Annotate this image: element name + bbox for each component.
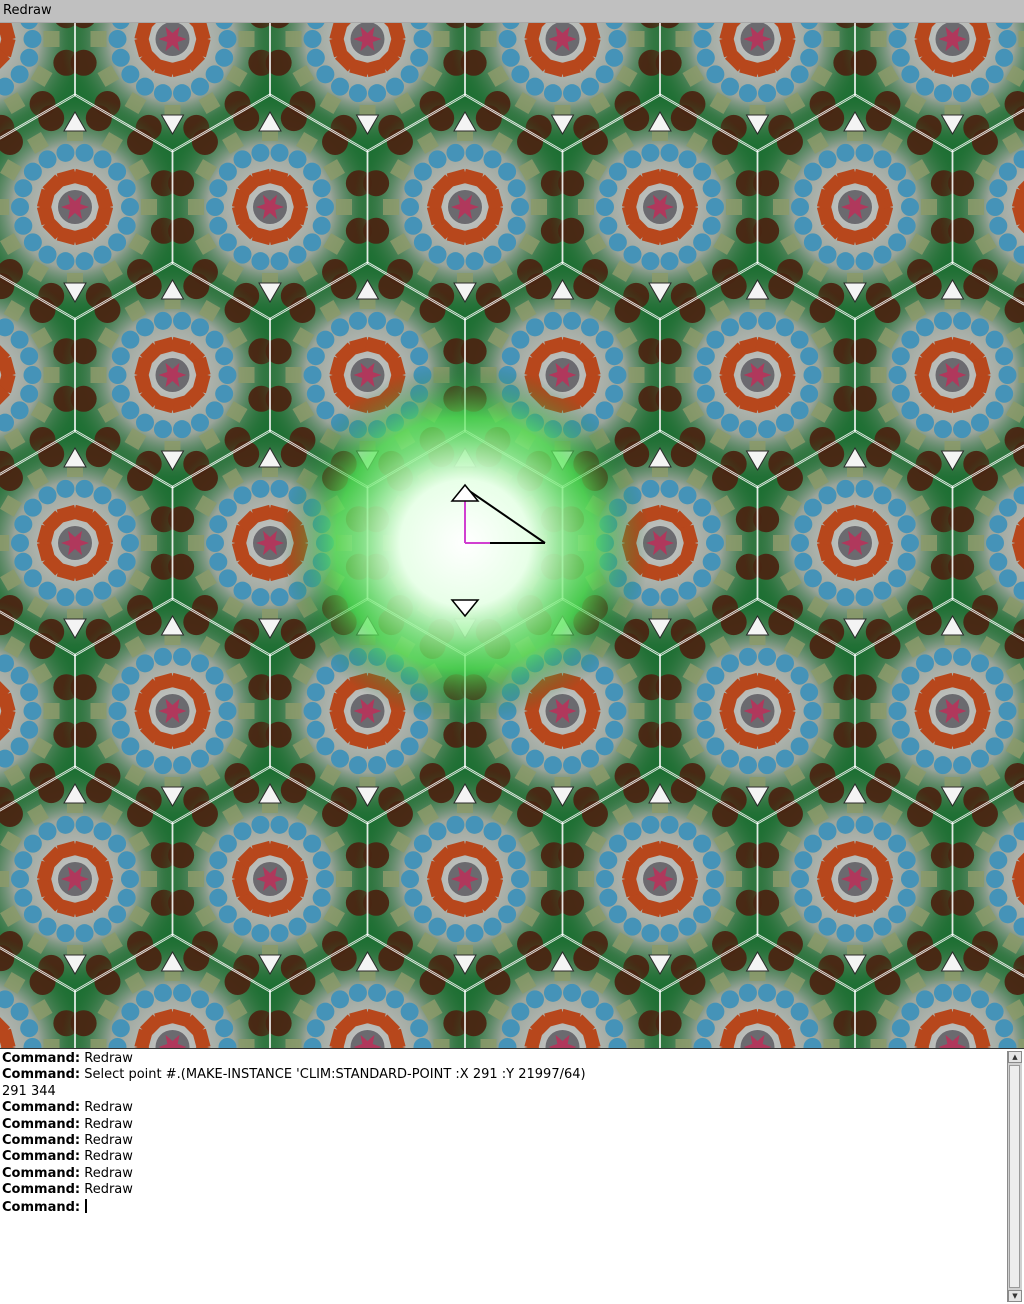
console-line-text: Redraw [80,1149,133,1165]
console-line-text: Redraw [80,1182,133,1198]
console-output: Command: Redraw Command: Select point #.(… [2,1051,1004,1304]
command-prompt-label: Command: [2,1199,81,1215]
console-line: Command: Redraw [2,1117,1004,1133]
command-prompt-label: Command: [2,1116,81,1132]
console-line: Command: Redraw [2,1100,1004,1116]
scroll-down-arrow-icon[interactable]: ▼ [1008,1290,1022,1302]
console-line-text: Redraw [80,1116,133,1132]
console-line-text: Redraw [80,1132,133,1148]
console-line: Command: Redraw [2,1166,1004,1182]
console-line: Command: Redraw [2,1149,1004,1165]
console-line-text: Redraw [80,1051,133,1066]
text-cursor [85,1198,88,1213]
redraw-menu-item[interactable]: Redraw [3,3,52,18]
menu-bar: Redraw [0,0,1024,23]
command-prompt-label: Command: [2,1067,81,1083]
command-input-line[interactable]: Command: [2,1198,1004,1215]
console-line: Command: Redraw [2,1051,1004,1067]
command-prompt-label: Command: [2,1132,81,1148]
command-prompt-label: Command: [2,1165,81,1181]
scroll-up-arrow-icon[interactable]: ▲ [1008,1051,1022,1063]
drawing-canvas[interactable] [0,23,1024,1048]
console-line-text: Redraw [80,1165,133,1181]
command-prompt-label: Command: [2,1182,81,1198]
console-line: Command: Redraw [2,1133,1004,1149]
console-line-text: 291 344 [2,1083,56,1099]
console-line: Command: Select point #.(MAKE-INSTANCE '… [2,1067,1004,1083]
console-line-text: Redraw [80,1100,133,1116]
console-line: Command: Redraw [2,1182,1004,1198]
console-line-text: Select point #.(MAKE-INSTANCE 'CLIM:STAN… [80,1067,586,1083]
interactor-pane[interactable]: Command: Redraw Command: Select point #.(… [0,1048,1024,1304]
vertical-scrollbar[interactable]: ▲ ▼ [1007,1051,1022,1302]
command-prompt-label: Command: [2,1149,81,1165]
command-prompt-label: Command: [2,1100,81,1116]
command-prompt-label: Command: [2,1051,81,1066]
pattern-svg[interactable] [0,23,1024,1048]
scroll-thumb[interactable] [1009,1065,1020,1288]
console-line: 291 344 [2,1084,1004,1100]
